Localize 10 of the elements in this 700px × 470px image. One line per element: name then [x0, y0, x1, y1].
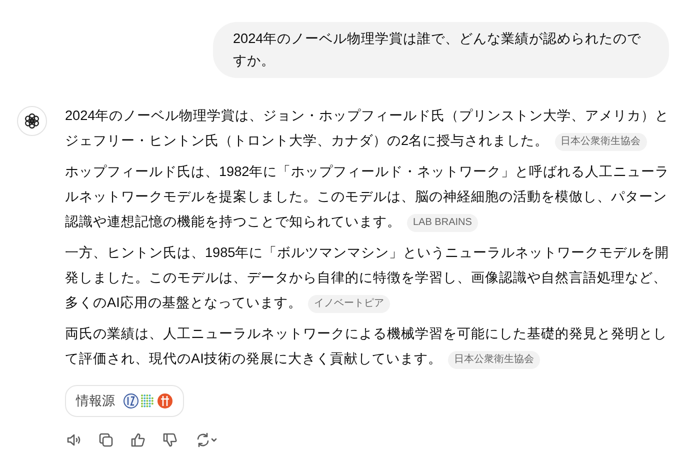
- user-message: 2024年のノーベル物理学賞は誰で、どんな業績が認められたのですか。: [213, 22, 669, 78]
- source-link[interactable]: イノベートピア: [308, 295, 390, 313]
- answer-paragraph: 2024年のノーベル物理学賞は、ジョン・ホップフィールド氏（プリンストン大学、アメリカ）とジェフリー・ヒントン氏（トロント大学、カナダ）の2名に授与されました。 日本公衆衛生協会: [65, 103, 677, 153]
- answer-paragraph: 一方、ヒントン氏は、1985年に「ボルツマンマシン」というニューラルネットワークモデルを開発しました。このモデルは、データから自律的に特徴を学習し、画像認識や自然言語処理など、多くのAI応用の基盤となっています。 イノベートピア: [65, 240, 677, 315]
- sources-button[interactable]: 情報源: [65, 385, 184, 417]
- source-link[interactable]: 日本公衆衛生協会: [554, 133, 647, 151]
- answer-paragraph: ホップフィールド氏は、1982年に「ホップフィールド・ネットワーク」と呼ばれる人工ニューラルネットワークモデルを提案しました。このモデルは、脳の神経細胞の活動を模倣し、パターン認識や連想記憶の機能を持つことで知られています。 LAB BRAINS: [65, 159, 677, 234]
- source-link[interactable]: 日本公衆衛生協会: [448, 351, 540, 369]
- source-link[interactable]: LAB BRAINS: [407, 214, 478, 232]
- answer-paragraph: 両氏の業績は、人工ニューラルネットワークによる機械学習を可能にした基礎的発見と発明として評価され、現代のAI技術の発展に大きく貢献しています。 日本公衆衛生協会: [65, 321, 677, 371]
